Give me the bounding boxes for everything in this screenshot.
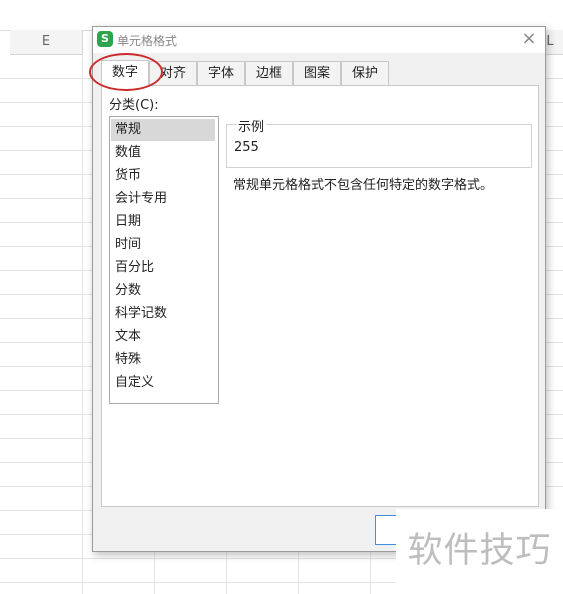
category-item-fraction[interactable]: 分数 [111, 280, 215, 302]
category-list[interactable]: 常规 数值 货币 会计专用 日期 时间 百分比 分数 科学记数 文本 特殊 自定… [109, 116, 219, 404]
category-item-accounting[interactable]: 会计专用 [111, 188, 215, 210]
grid-line [82, 54, 83, 594]
category-item-number[interactable]: 数值 [111, 142, 215, 164]
tab-alignment[interactable]: 对齐 [149, 61, 197, 85]
tab-protection[interactable]: 保护 [341, 61, 389, 85]
category-label: 分类(C): [109, 98, 159, 113]
category-item-general[interactable]: 常规 [111, 119, 215, 141]
column-header-e[interactable]: E [10, 30, 83, 55]
sample-value: 255 [234, 140, 259, 155]
tab-border[interactable]: 边框 [245, 61, 293, 85]
category-item-custom[interactable]: 自定义 [111, 372, 215, 394]
wps-app-icon: S [97, 31, 113, 47]
category-item-date[interactable]: 日期 [111, 211, 215, 233]
dialog-title: 单元格格式 [117, 34, 178, 48]
format-cells-dialog: S 单元格格式 × 数字 对齐 字体 边框 图案 保护 分类(C): 常规 数值… [89, 26, 546, 552]
format-description: 常规单元格格式不包含任何特定的数字格式。 [233, 178, 494, 193]
category-item-special[interactable]: 特殊 [111, 349, 215, 371]
watermark: 软件技巧 [396, 509, 563, 594]
category-item-currency[interactable]: 货币 [111, 165, 215, 187]
dialog-titlebar[interactable]: S 单元格格式 × [93, 27, 545, 53]
close-icon[interactable]: × [519, 29, 539, 49]
sample-box [226, 124, 532, 168]
number-tab-panel: 分类(C): 常规 数值 货币 会计专用 日期 时间 百分比 分数 科学记数 文… [101, 85, 539, 507]
tab-number[interactable]: 数字 [101, 60, 149, 86]
category-item-percentage[interactable]: 百分比 [111, 257, 215, 279]
category-item-time[interactable]: 时间 [111, 234, 215, 256]
tab-font[interactable]: 字体 [197, 61, 245, 85]
category-item-scientific[interactable]: 科学记数 [111, 303, 215, 325]
category-item-text[interactable]: 文本 [111, 326, 215, 348]
tab-pattern[interactable]: 图案 [293, 61, 341, 85]
sample-label: 示例 [236, 116, 267, 135]
